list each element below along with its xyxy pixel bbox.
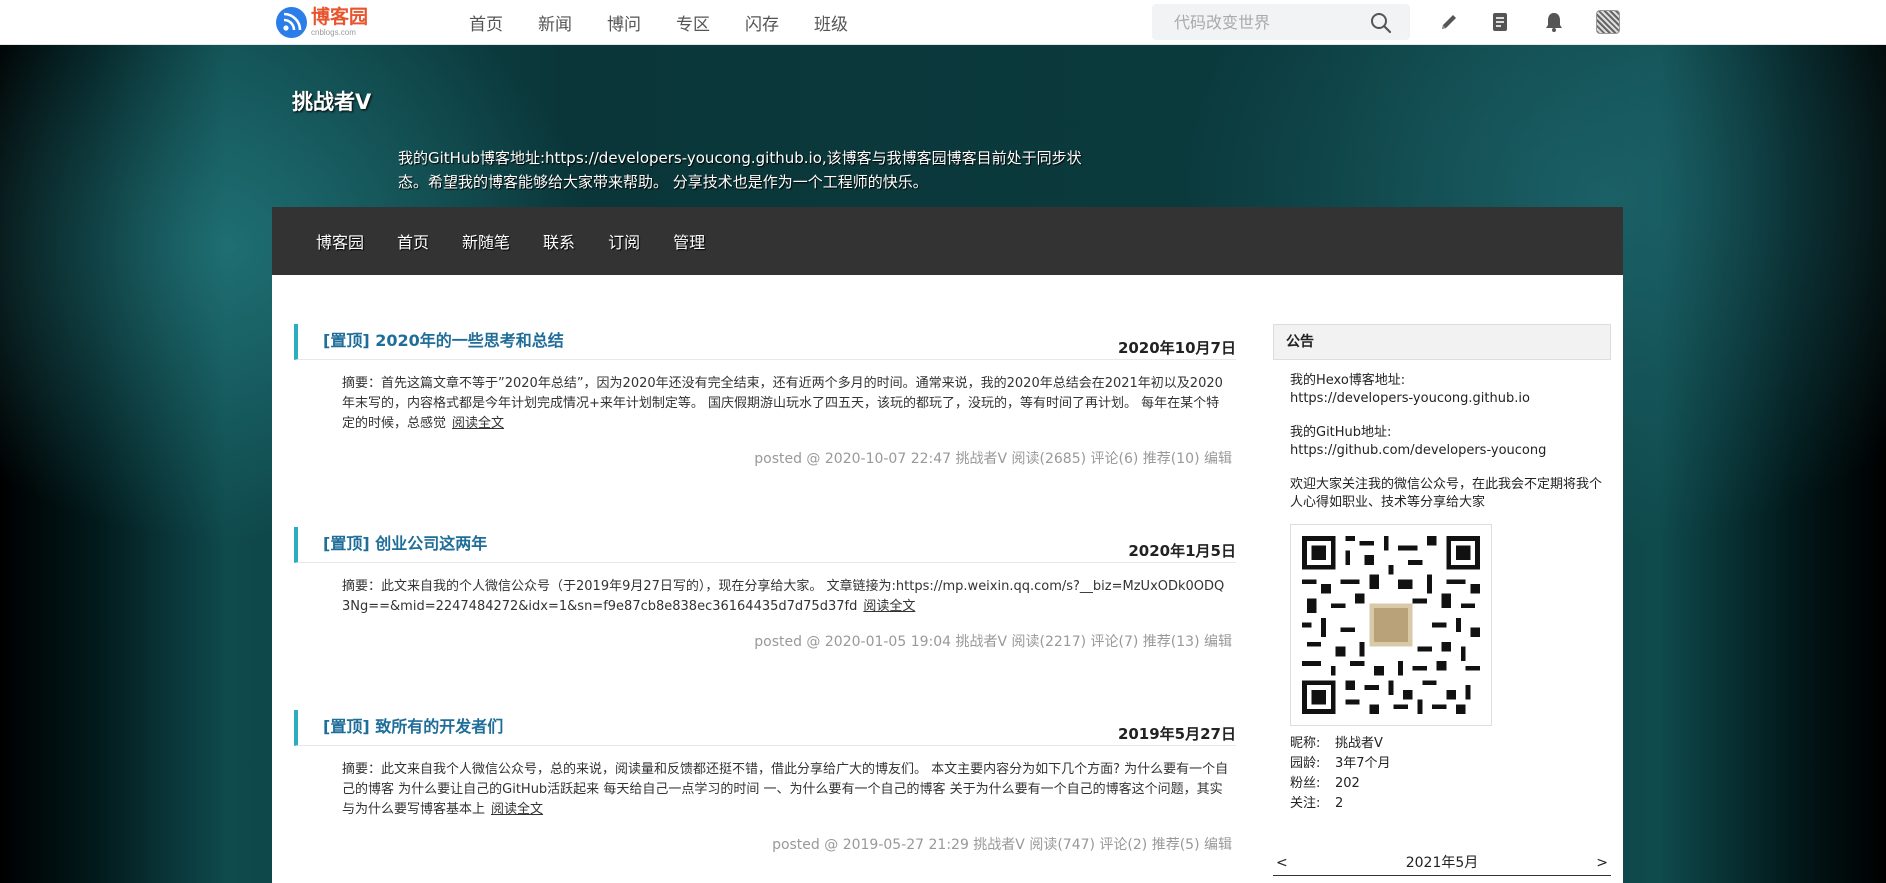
post-item: [置顶] 创业公司这两年 2020年1月5日 摘要：此文来自我的个人微信公众号（… (294, 527, 1236, 651)
age-value[interactable]: 3年7个月 (1335, 756, 1391, 771)
stat-nickname: 昵称: 挑战者V (1290, 736, 1383, 751)
calendar-next-button[interactable]: > (1596, 854, 1608, 872)
hexo-label: 我的Hexo博客地址: (1290, 373, 1406, 388)
search-icon[interactable] (1370, 12, 1392, 34)
post-title[interactable]: [置顶] 致所有的开发者们 (323, 713, 503, 737)
read-more-link[interactable]: 阅读全文 (863, 599, 915, 614)
site-nav-flash[interactable]: 闪存 (745, 10, 779, 35)
blog-title[interactable]: 挑战者V (292, 86, 371, 116)
calendar-month: 2021年5月 (1405, 855, 1479, 871)
read-more-link[interactable]: 阅读全文 (491, 802, 543, 817)
sidebar: 公告 我的Hexo博客地址: https://developers-youcon… (1273, 324, 1611, 876)
blog-nav-manage[interactable]: 管理 (673, 229, 705, 253)
hexo-url: https://developers-youcong.github.io (1290, 391, 1530, 406)
post-summary: 摘要：此文来自我的个人微信公众号（于2019年9月27日写的），现在分享给大家。… (342, 577, 1232, 617)
site-nav-class[interactable]: 班级 (814, 10, 848, 35)
document-icon[interactable] (1489, 11, 1511, 33)
post-footer: posted @ 2020-10-07 22:47 挑战者V 阅读(2685) … (754, 451, 1232, 467)
post-item: [置顶] 2020年的一些思考和总结 2020年10月7日 摘要：首先这篇文章不… (294, 324, 1236, 468)
stat-followers: 粉丝: 202 (1290, 776, 1360, 791)
blog-nav-home[interactable]: 首页 (397, 229, 429, 253)
blog-nav: 博客园 首页 新随笔 联系 订阅 管理 (272, 207, 1623, 275)
read-more-link[interactable]: 阅读全文 (452, 416, 504, 431)
site-nav: 首页 新闻 博问 专区 闪存 班级 (469, 0, 883, 45)
github-url: https://github.com/developers-youcong (1290, 443, 1547, 458)
post-date: 2020年1月5日 (1128, 542, 1236, 560)
blog-nav-subscribe[interactable]: 订阅 (608, 229, 640, 253)
post-footer: posted @ 2019-05-27 21:29 挑战者V 阅读(747) 评… (772, 837, 1232, 853)
post-title-row: [置顶] 创业公司这两年 2020年1月5日 (294, 527, 1236, 563)
blog-nav-contact[interactable]: 联系 (543, 229, 575, 253)
calendar-header: < 2021年5月 > (1273, 854, 1611, 876)
blog-stats: 昵称: 挑战者V 园龄: 3年7个月 粉丝: 202 关注: 2 (1290, 734, 1611, 814)
post-summary-text: 摘要：此文来自我个人微信公众号，总的来说，阅读量和反馈都还挺不错，借此分享给广大… (342, 762, 1229, 817)
site-nav-home[interactable]: 首页 (469, 10, 503, 35)
announcement-heading: 公告 (1273, 324, 1611, 360)
following-value[interactable]: 2 (1335, 796, 1343, 811)
post-summary: 摘要：首先这篇文章不等于”2020年总结”，因为2020年还没有完全结束，还有近… (342, 374, 1232, 434)
search-input[interactable] (1152, 5, 1352, 39)
post-summary: 摘要：此文来自我个人微信公众号，总的来说，阅读量和反馈都还挺不错，借此分享给广大… (342, 760, 1232, 820)
logo-subtitle: cnblogs.com (311, 27, 356, 37)
post-date: 2020年10月7日 (1117, 339, 1236, 357)
site-nav-news[interactable]: 新闻 (538, 10, 572, 35)
site-nav-zone[interactable]: 专区 (676, 10, 710, 35)
followers-value[interactable]: 202 (1335, 776, 1360, 791)
post-footer: posted @ 2020-01-05 19:04 挑战者V 阅读(2217) … (754, 634, 1232, 650)
wechat-text: 欢迎大家关注我的微信公众号，在此我会不定期将我个人心得如职业、技术等分享给大家 (1290, 477, 1603, 510)
post-item: [置顶] 致所有的开发者们 2019年5月27日 摘要：此文来自我个人微信公众号… (294, 710, 1236, 854)
cnblogs-logo[interactable]: 博客园 cnblogs.com (276, 4, 368, 40)
stat-age: 园龄: 3年7个月 (1290, 756, 1391, 771)
github-info: 我的GitHub地址: https://github.com/developer… (1290, 424, 1611, 460)
post-summary-text: 摘要：此文来自我的个人微信公众号（于2019年9月27日写的），现在分享给大家。… (342, 579, 1225, 614)
blog-description: 我的GitHub博客地址:https://developers-youcong.… (398, 149, 1082, 191)
site-nav-qa[interactable]: 博问 (607, 10, 641, 35)
logo-name: 博客园 (311, 5, 369, 28)
top-bar: 博客园 cnblogs.com 首页 新闻 博问 专区 闪存 班级 (0, 0, 1886, 45)
announcement-body: 我的Hexo博客地址: https://developers-youcong.g… (1273, 360, 1611, 876)
blog-nav-new-post[interactable]: 新随笔 (462, 229, 510, 253)
post-title-row: [置顶] 致所有的开发者们 2019年5月27日 (294, 710, 1236, 746)
nickname-value[interactable]: 挑战者V (1335, 736, 1383, 751)
stat-following: 关注: 2 (1290, 796, 1344, 811)
bell-icon[interactable] (1543, 11, 1565, 33)
pencil-icon[interactable] (1438, 11, 1460, 33)
blog-nav-cnblogs[interactable]: 博客园 (316, 229, 364, 253)
post-date: 2019年5月27日 (1117, 725, 1236, 743)
hexo-blog-info: 我的Hexo博客地址: https://developers-youcong.g… (1290, 372, 1611, 408)
search-box (1152, 4, 1410, 40)
main-content: [置顶] 2020年的一些思考和总结 2020年10月7日 摘要：首先这篇文章不… (272, 275, 1623, 883)
post-title[interactable]: [置顶] 2020年的一些思考和总结 (323, 327, 564, 351)
post-title[interactable]: [置顶] 创业公司这两年 (323, 530, 487, 554)
wechat-qr-code (1290, 524, 1492, 726)
github-label: 我的GitHub地址: (1290, 425, 1392, 440)
user-avatar[interactable] (1596, 10, 1620, 34)
rss-logo-icon (276, 6, 307, 38)
post-title-row: [置顶] 2020年的一些思考和总结 2020年10月7日 (294, 324, 1236, 360)
